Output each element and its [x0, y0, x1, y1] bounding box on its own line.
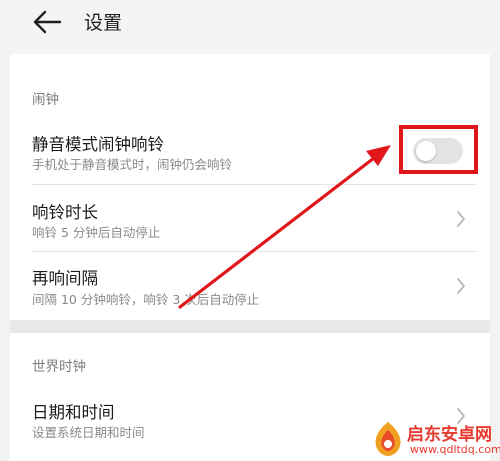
- watermark-url: www.qdltdq.com: [410, 443, 500, 456]
- setting-title-snooze-interval: 再响间隔: [32, 269, 98, 288]
- chevron-right-icon: [457, 278, 465, 294]
- setting-title-date-time: 日期和时间: [32, 403, 115, 422]
- section-label-alarm: 闹钟: [32, 92, 59, 108]
- watermark: 启东安卓网 www.qdltdq.com: [372, 418, 500, 461]
- setting-subtitle-date-time: 设置系统日期和时间: [32, 425, 145, 440]
- back-button[interactable]: [30, 7, 64, 37]
- setting-title-ring-duration: 响铃时长: [32, 203, 98, 222]
- setting-subtitle-silent-mode-alarm: 手机处于静音模式时，闹钟仍会响铃: [32, 157, 233, 172]
- highlight-box: [399, 125, 478, 174]
- section-label-world-clock: 世界时钟: [32, 359, 86, 375]
- watermark-text: 启东安卓网: [407, 425, 492, 445]
- setting-title-silent-mode-alarm: 静音模式闹钟响铃: [32, 135, 164, 154]
- section-gap: [10, 320, 490, 333]
- setting-subtitle-ring-duration: 响铃 5 分钟后自动停止: [32, 225, 161, 240]
- setting-subtitle-snooze-interval: 间隔 10 分钟响铃，响铃 3 次后自动停止: [32, 292, 260, 307]
- watermark-logo-icon: [375, 422, 401, 456]
- app-header: 设置: [0, 0, 500, 54]
- page-title: 设置: [84, 12, 123, 34]
- chevron-right-icon: [457, 211, 465, 227]
- arrow-left-icon: [33, 10, 62, 34]
